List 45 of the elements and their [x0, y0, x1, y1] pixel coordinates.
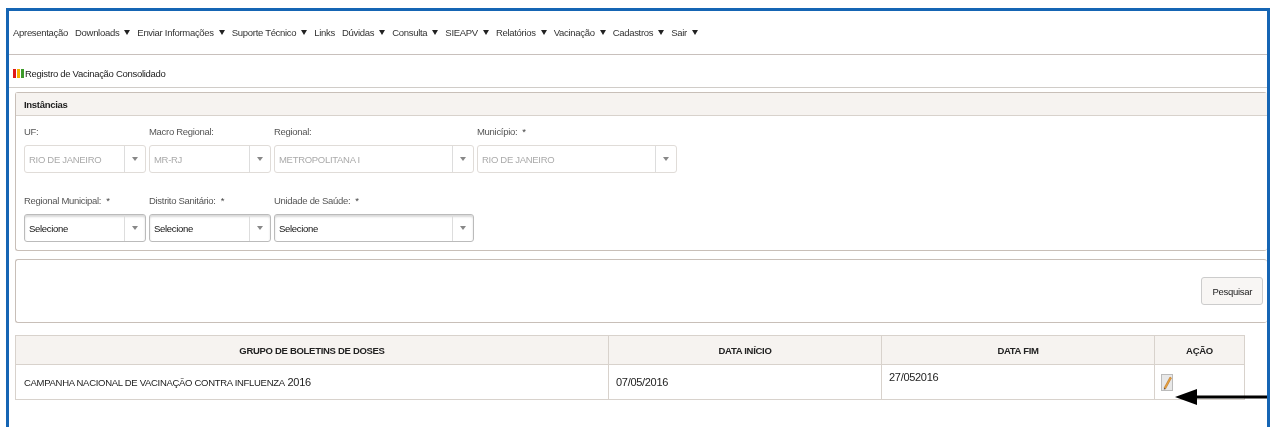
caret-icon — [663, 157, 669, 161]
menu-item[interactable]: Suporte Técnico — [231, 27, 308, 38]
menu-item[interactable]: Consulta — [392, 27, 439, 38]
menu-item[interactable]: Vacinação — [553, 27, 606, 38]
required-mark: * — [220, 195, 225, 207]
required-mark: * — [522, 126, 526, 138]
caret-icon — [460, 226, 466, 230]
column-header: DATA INÍCIO — [608, 335, 882, 365]
field-label: Macro Regional: — [149, 126, 214, 138]
caret-icon — [257, 226, 263, 230]
caret-icon — [132, 157, 138, 161]
menu-item[interactable]: Downloads — [75, 27, 131, 38]
menu-item[interactable]: SIEAPV — [445, 27, 489, 38]
menu-item[interactable]: Links — [314, 27, 335, 38]
menu-item[interactable]: Dúvidas — [342, 27, 386, 38]
menu-item[interactable]: Apresentação — [13, 27, 69, 38]
search-button[interactable]: Pesquisar — [1201, 277, 1263, 305]
column-header: DATA FIM — [881, 335, 1155, 365]
dropdown-field[interactable]: Selecione — [274, 214, 474, 242]
column-header: AÇÃO — [1154, 335, 1245, 365]
field-label: Unidade de Saúde: — [274, 195, 351, 207]
panel-title: Instâncias — [24, 98, 68, 110]
caret-icon — [460, 157, 466, 161]
menu-item[interactable]: Relatórios — [495, 27, 547, 38]
dropdown-field[interactable]: Selecione — [24, 214, 146, 242]
table-cell: CAMPANHA NACIONAL DE VACINAÇÃO CONTRA INFLUENZA 2016 — [15, 364, 609, 400]
table-cell: 27/052016 — [881, 364, 1155, 400]
dropdown-field[interactable]: Selecione — [149, 214, 271, 242]
field-label: UF: — [24, 126, 39, 138]
field-label: Regional Municipal: — [24, 195, 102, 207]
caret-icon — [132, 226, 138, 230]
edit-icon[interactable] — [1161, 373, 1173, 391]
menu-item[interactable]: Sair — [671, 27, 698, 38]
caret-icon — [257, 157, 263, 161]
flag-icon — [13, 68, 24, 78]
required-mark: * — [106, 195, 110, 207]
table-cell: 07/05/2016 — [608, 364, 882, 400]
page-title: Registro de Vacinação Consolidado — [25, 67, 166, 79]
field-label: Regional: — [274, 126, 312, 138]
menu-item[interactable]: Enviar Informações — [137, 27, 225, 38]
field-label: Município: — [477, 126, 518, 138]
required-mark: * — [355, 195, 359, 207]
menu-item[interactable]: Cadastros — [612, 27, 665, 38]
column-header: GRUPO DE BOLETINS DE DOSES — [15, 335, 609, 365]
field-label: Distrito Sanitário: — [149, 195, 216, 207]
